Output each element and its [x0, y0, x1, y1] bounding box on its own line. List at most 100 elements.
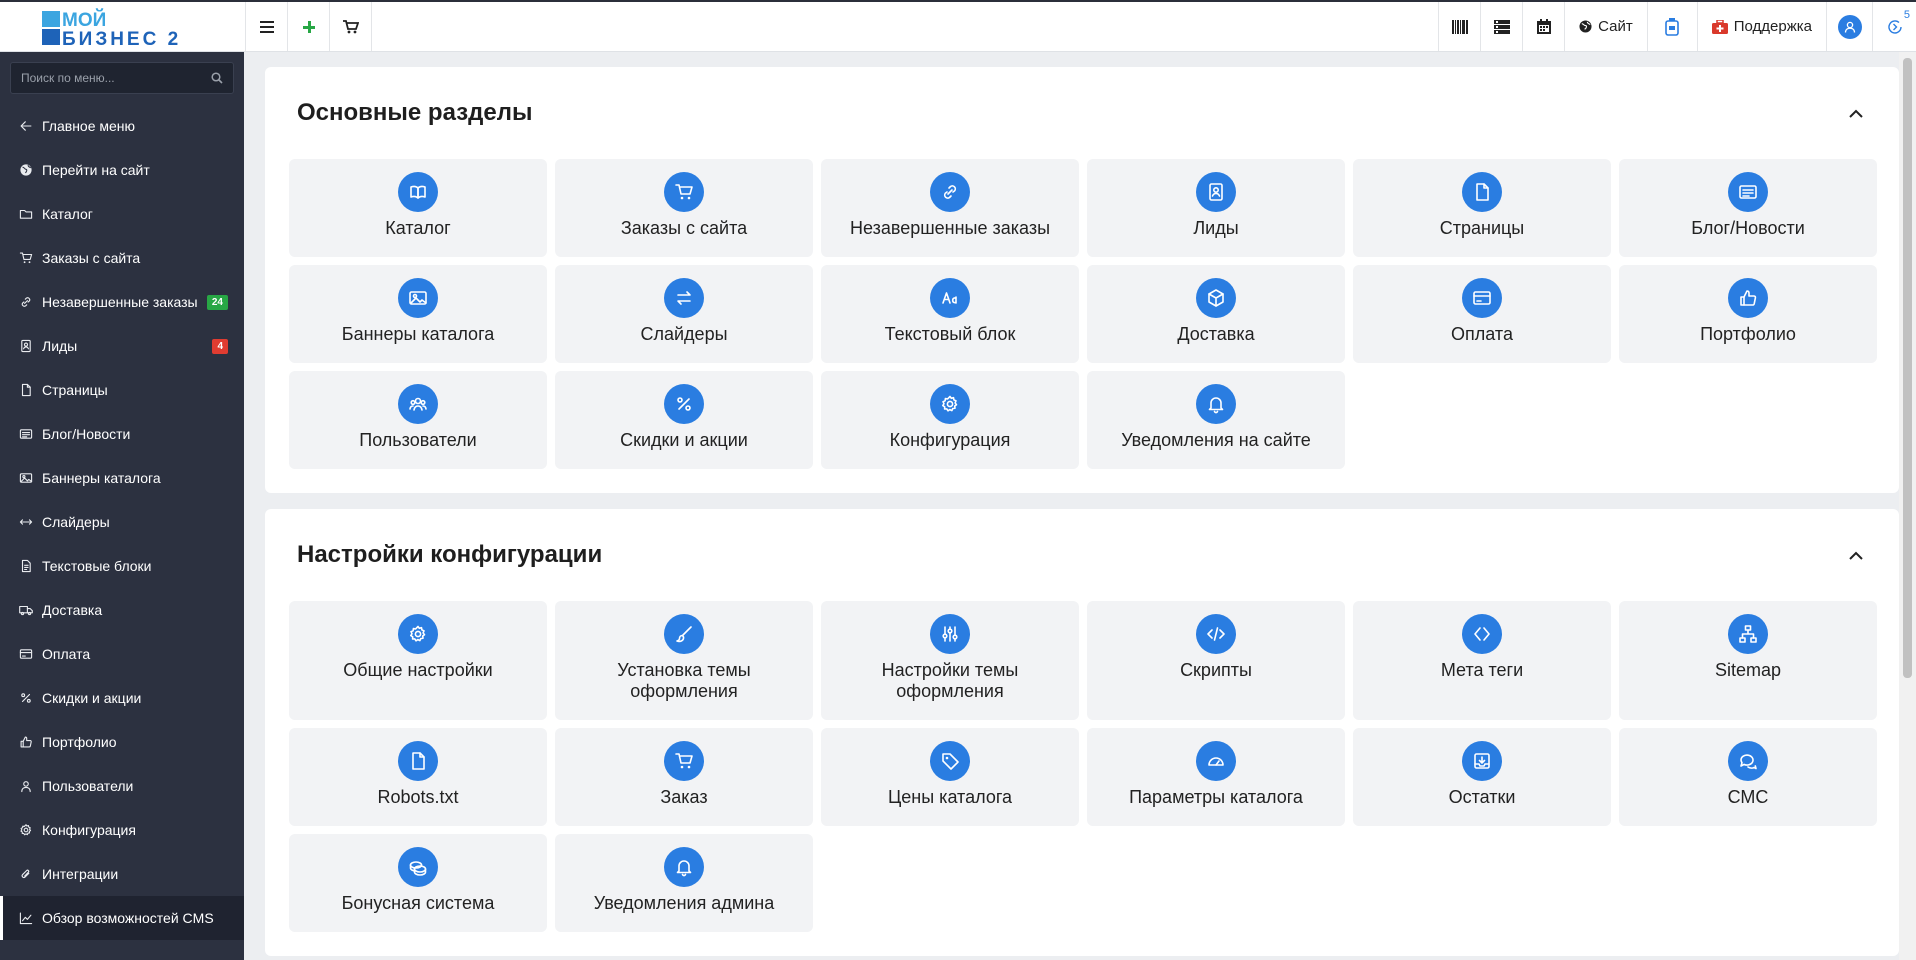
sidebar-search-input[interactable] [21, 71, 211, 85]
server-button[interactable] [1480, 2, 1522, 51]
section-tile[interactable]: Лиды [1087, 159, 1345, 257]
add-button[interactable] [288, 2, 330, 51]
sidebar-item-label: Баннеры каталога [42, 470, 161, 486]
sidebar-item[interactable]: Обзор возможностей CMS [0, 896, 244, 940]
sidebar-item[interactable]: Оплата [0, 632, 244, 676]
tile-icon-circle [930, 614, 970, 654]
cart-button[interactable] [330, 2, 372, 51]
brand-logo[interactable]: МОЙ БИЗНЕС 2 [0, 2, 246, 51]
sidebar-item[interactable]: Текстовые блоки [0, 544, 244, 588]
section-tile[interactable]: Установка темы оформления [555, 601, 813, 720]
tile-label: Слайдеры [640, 324, 728, 344]
site-link[interactable]: Сайт [1564, 2, 1647, 51]
barcode-button[interactable] [1438, 2, 1480, 51]
section-tile[interactable]: Мета теги [1353, 601, 1611, 720]
chat-icon [1740, 754, 1757, 770]
search-icon[interactable] [211, 72, 223, 84]
tile-icon-circle [398, 741, 438, 781]
sidebar-item[interactable]: Перейти на сайт [0, 148, 244, 192]
sidebar-item[interactable]: Интеграции [0, 852, 244, 896]
section-tile[interactable]: Каталог [289, 159, 547, 257]
gear-icon [18, 822, 34, 838]
section-tile[interactable]: Sitemap [1619, 601, 1877, 720]
section-tile[interactable]: Параметры каталога [1087, 728, 1345, 826]
sidebar-item[interactable]: Баннеры каталога [0, 456, 244, 500]
tile-label: Каталог [385, 218, 451, 238]
notifications-button[interactable]: 5 [1872, 2, 1916, 51]
file-icon [1476, 183, 1489, 201]
sidebar-item[interactable]: Пользователи [0, 764, 244, 808]
section-tile[interactable]: Баннеры каталога [289, 265, 547, 363]
main-sections-panel: Основные разделы Каталог Заказы с сайта Не… [265, 67, 1899, 493]
file-text-icon [18, 558, 34, 574]
tile-label: Бонусная система [341, 893, 495, 913]
section-tile[interactable]: Остатки [1353, 728, 1611, 826]
tile-icon-circle [664, 278, 704, 318]
section-tile[interactable]: Доставка [1087, 265, 1345, 363]
section-tile[interactable]: Оплата [1353, 265, 1611, 363]
page-scrollbar[interactable] [1899, 52, 1916, 960]
section-tile[interactable]: Уведомления админа [555, 834, 813, 932]
section-tile[interactable]: Текстовый блок [821, 265, 1079, 363]
sidebar-item[interactable]: Конфигурация [0, 808, 244, 852]
sidebar-item[interactable]: Скидки и акции [0, 676, 244, 720]
section-tile[interactable]: Общие настройки [289, 601, 547, 720]
section-tile[interactable]: Конфигурация [821, 371, 1079, 469]
section-tile[interactable]: Уведомления на сайте [1087, 371, 1345, 469]
tile-icon-circle [398, 278, 438, 318]
section-tile[interactable]: Незавершенные заказы [821, 159, 1079, 257]
section-tile[interactable]: Цены каталога [821, 728, 1079, 826]
config-settings-panel: Настройки конфигурации Общие настройки Ус… [265, 509, 1899, 956]
section-tile[interactable]: Заказ [555, 728, 813, 826]
section-tile[interactable]: Бонусная система [289, 834, 547, 932]
section-tile[interactable]: Пользователи [289, 371, 547, 469]
tile-icon-circle [1196, 172, 1236, 212]
newspaper-icon [18, 426, 34, 442]
section-tile[interactable]: Портфолио [1619, 265, 1877, 363]
menu-toggle-button[interactable] [246, 2, 288, 51]
sidebar-item[interactable]: Слайдеры [0, 500, 244, 544]
sidebar-item[interactable]: Доставка [0, 588, 244, 632]
tile-icon-circle [664, 172, 704, 212]
tile-icon-circle [398, 614, 438, 654]
section-tile[interactable]: Заказы с сайта [555, 159, 813, 257]
section-tile[interactable]: Страницы [1353, 159, 1611, 257]
arrows-h-icon [18, 514, 34, 530]
tile-icon-circle [1196, 614, 1236, 654]
sidebar-item[interactable]: Блог/Новости [0, 412, 244, 456]
collapse-button[interactable] [1841, 540, 1871, 570]
bell-icon [1208, 397, 1224, 414]
sidebar-item-label: Конфигурация [42, 822, 136, 838]
credit-card-icon [1473, 291, 1491, 305]
section-tile[interactable]: Слайдеры [555, 265, 813, 363]
sidebar-item[interactable]: Лиды 4 [0, 324, 244, 368]
collapse-button[interactable] [1841, 98, 1871, 128]
support-link-label: Поддержка [1733, 18, 1812, 35]
sidebar-item[interactable]: Незавершенные заказы 24 [0, 280, 244, 324]
section-tile[interactable]: Robots.txt [289, 728, 547, 826]
sidebar-item[interactable]: Заказы с сайта [0, 236, 244, 280]
user-profile-button[interactable] [1826, 2, 1872, 51]
sidebar-search [10, 62, 234, 94]
sidebar-item[interactable]: Главное меню [0, 104, 244, 148]
support-link[interactable]: Поддержка [1696, 2, 1826, 51]
mobile-app-button[interactable] [1646, 2, 1697, 51]
truck-icon [18, 602, 34, 618]
section-tile[interactable]: СМС [1619, 728, 1877, 826]
section-tile[interactable]: Настройки темы оформления [821, 601, 1079, 720]
file-icon [412, 752, 425, 770]
arrows-icon [677, 291, 691, 305]
sidebar-item[interactable]: Каталог [0, 192, 244, 236]
site-link-label: Сайт [1598, 18, 1633, 35]
count-badge: 4 [212, 338, 228, 354]
folder-icon [18, 206, 34, 222]
tile-icon-circle [930, 741, 970, 781]
sidebar-item[interactable]: Страницы [0, 368, 244, 412]
section-tile[interactable]: Блог/Новости [1619, 159, 1877, 257]
sidebar-item-label: Лиды [42, 338, 78, 354]
calendar-button[interactable] [1522, 2, 1564, 51]
sidebar-item[interactable]: Портфолио [0, 720, 244, 764]
scrollbar-thumb[interactable] [1903, 58, 1912, 678]
section-tile[interactable]: Скидки и акции [555, 371, 813, 469]
section-tile[interactable]: Скрипты [1087, 601, 1345, 720]
